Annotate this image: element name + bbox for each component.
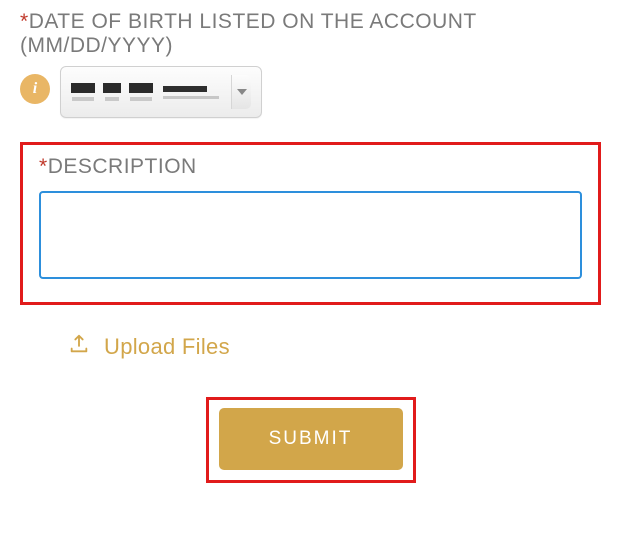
submit-highlight-box: SUBMIT — [206, 397, 416, 483]
submit-button[interactable]: SUBMIT — [219, 408, 403, 470]
dob-day-segment — [103, 83, 121, 101]
chevron-down-icon[interactable] — [231, 75, 251, 109]
description-label: *DESCRIPTION — [39, 155, 582, 179]
dob-field: *DATE OF BIRTH LISTED ON THE ACCOUNT (MM… — [20, 10, 601, 118]
upload-label: Upload Files — [104, 334, 230, 360]
info-icon[interactable]: i — [20, 74, 50, 104]
upload-files-button[interactable]: Upload Files — [68, 333, 601, 361]
dob-label-text: DATE OF BIRTH LISTED ON THE ACCOUNT (MM/… — [20, 10, 476, 57]
description-label-text: DESCRIPTION — [48, 155, 197, 178]
dob-month-segment — [71, 83, 95, 101]
dob-label: *DATE OF BIRTH LISTED ON THE ACCOUNT (MM… — [20, 10, 601, 58]
dob-extra-segment — [163, 86, 219, 99]
dob-year-segment — [129, 83, 153, 101]
description-textarea[interactable] — [39, 191, 582, 279]
required-asterisk: * — [20, 10, 29, 33]
upload-icon — [68, 333, 90, 361]
dob-dropdown[interactable] — [60, 66, 262, 118]
description-highlight-box: *DESCRIPTION — [20, 142, 601, 305]
required-asterisk: * — [39, 155, 48, 178]
